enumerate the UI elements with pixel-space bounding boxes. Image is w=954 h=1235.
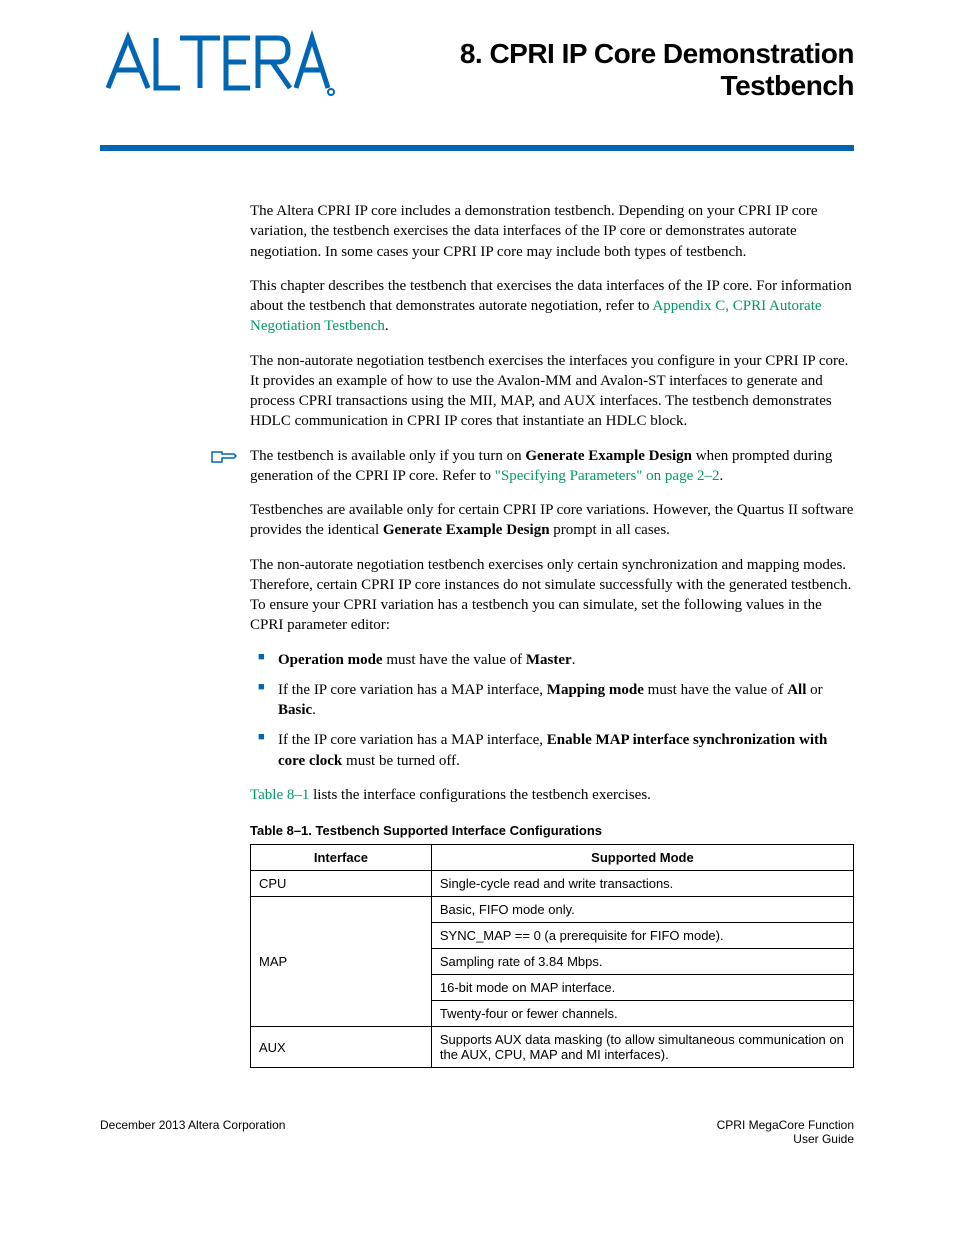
page-link[interactable]: "Specifying Parameters" on page 2–2 — [495, 468, 720, 484]
text: If the IP core variation has a MAP inter… — [278, 682, 547, 698]
text: . — [312, 702, 316, 718]
paragraph: The non-autorate negotiation testbench e… — [250, 351, 854, 432]
bold-text: Mapping mode — [547, 682, 644, 698]
list-item: If the IP core variation has a MAP inter… — [250, 730, 854, 771]
content-area: The Altera CPRI IP core includes a demon… — [250, 201, 854, 1068]
table-cell: Supports AUX data masking (to allow simu… — [431, 1027, 853, 1068]
table-link[interactable]: Table 8–1 — [250, 787, 309, 803]
text: or — [806, 682, 822, 698]
paragraph: The testbench is available only if you t… — [250, 446, 854, 487]
table-cell: SYNC_MAP == 0 (a prerequisite for FIFO m… — [431, 923, 853, 949]
hand-pointer-icon — [210, 448, 238, 471]
bold-text: Master — [526, 652, 572, 668]
table-cell: Sampling rate of 3.84 Mbps. — [431, 949, 853, 975]
table-header: Interface — [251, 845, 432, 871]
footer-right: CPRI MegaCore Function User Guide — [717, 1118, 854, 1146]
text: . — [385, 318, 389, 334]
footer-doc-title: CPRI MegaCore Function — [717, 1118, 854, 1132]
table-header: Supported Mode — [431, 845, 853, 871]
text: must have the value of — [383, 652, 526, 668]
list-item: If the IP core variation has a MAP inter… — [250, 680, 854, 721]
table-cell: 16-bit mode on MAP interface. — [431, 975, 853, 1001]
table-cell: Basic, FIFO mode only. — [431, 897, 853, 923]
text: must be turned off. — [342, 753, 460, 769]
paragraph: Table 8–1 lists the interface configurat… — [250, 785, 854, 805]
bullet-list: Operation mode must have the value of Ma… — [250, 650, 854, 771]
note-block: The testbench is available only if you t… — [250, 446, 854, 487]
bold-text: Generate Example Design — [525, 448, 692, 464]
paragraph: This chapter describes the testbench tha… — [250, 276, 854, 337]
table-cell: MAP — [251, 897, 432, 1027]
bold-text: Operation mode — [278, 652, 383, 668]
header-divider — [100, 145, 854, 151]
paragraph: Testbenches are available only for certa… — [250, 500, 854, 541]
table-row: CPU Single-cycle read and write transact… — [251, 871, 854, 897]
table-row: MAP Basic, FIFO mode only. — [251, 897, 854, 923]
interface-config-table: Interface Supported Mode CPU Single-cycl… — [250, 844, 854, 1068]
text: prompt in all cases. — [550, 522, 670, 538]
list-item: Operation mode must have the value of Ma… — [250, 650, 854, 670]
table-caption: Table 8–1. Testbench Supported Interface… — [250, 823, 854, 838]
table-cell: CPU — [251, 871, 432, 897]
bold-text: All — [787, 682, 806, 698]
chapter-title: 8. CPRI IP Core Demonstration Testbench — [355, 30, 854, 102]
table-cell: AUX — [251, 1027, 432, 1068]
table-cell: Single-cycle read and write transactions… — [431, 871, 853, 897]
altera-logo — [100, 30, 335, 105]
table-row: AUX Supports AUX data masking (to allow … — [251, 1027, 854, 1068]
footer-left: December 2013 Altera Corporation — [100, 1118, 285, 1146]
text: lists the interface configurations the t… — [309, 787, 651, 803]
paragraph: The Altera CPRI IP core includes a demon… — [250, 201, 854, 262]
bold-text: Basic — [278, 702, 312, 718]
footer-doc-subtitle: User Guide — [717, 1132, 854, 1146]
paragraph: The non-autorate negotiation testbench e… — [250, 555, 854, 636]
text: . — [572, 652, 576, 668]
text: The testbench is available only if you t… — [250, 448, 525, 464]
text: If the IP core variation has a MAP inter… — [278, 732, 547, 748]
page-footer: December 2013 Altera Corporation CPRI Me… — [100, 1118, 854, 1146]
page-header: 8. CPRI IP Core Demonstration Testbench — [100, 30, 854, 105]
bold-text: Generate Example Design — [383, 522, 550, 538]
text: . — [719, 468, 723, 484]
text: must have the value of — [644, 682, 787, 698]
table-cell: Twenty-four or fewer channels. — [431, 1001, 853, 1027]
